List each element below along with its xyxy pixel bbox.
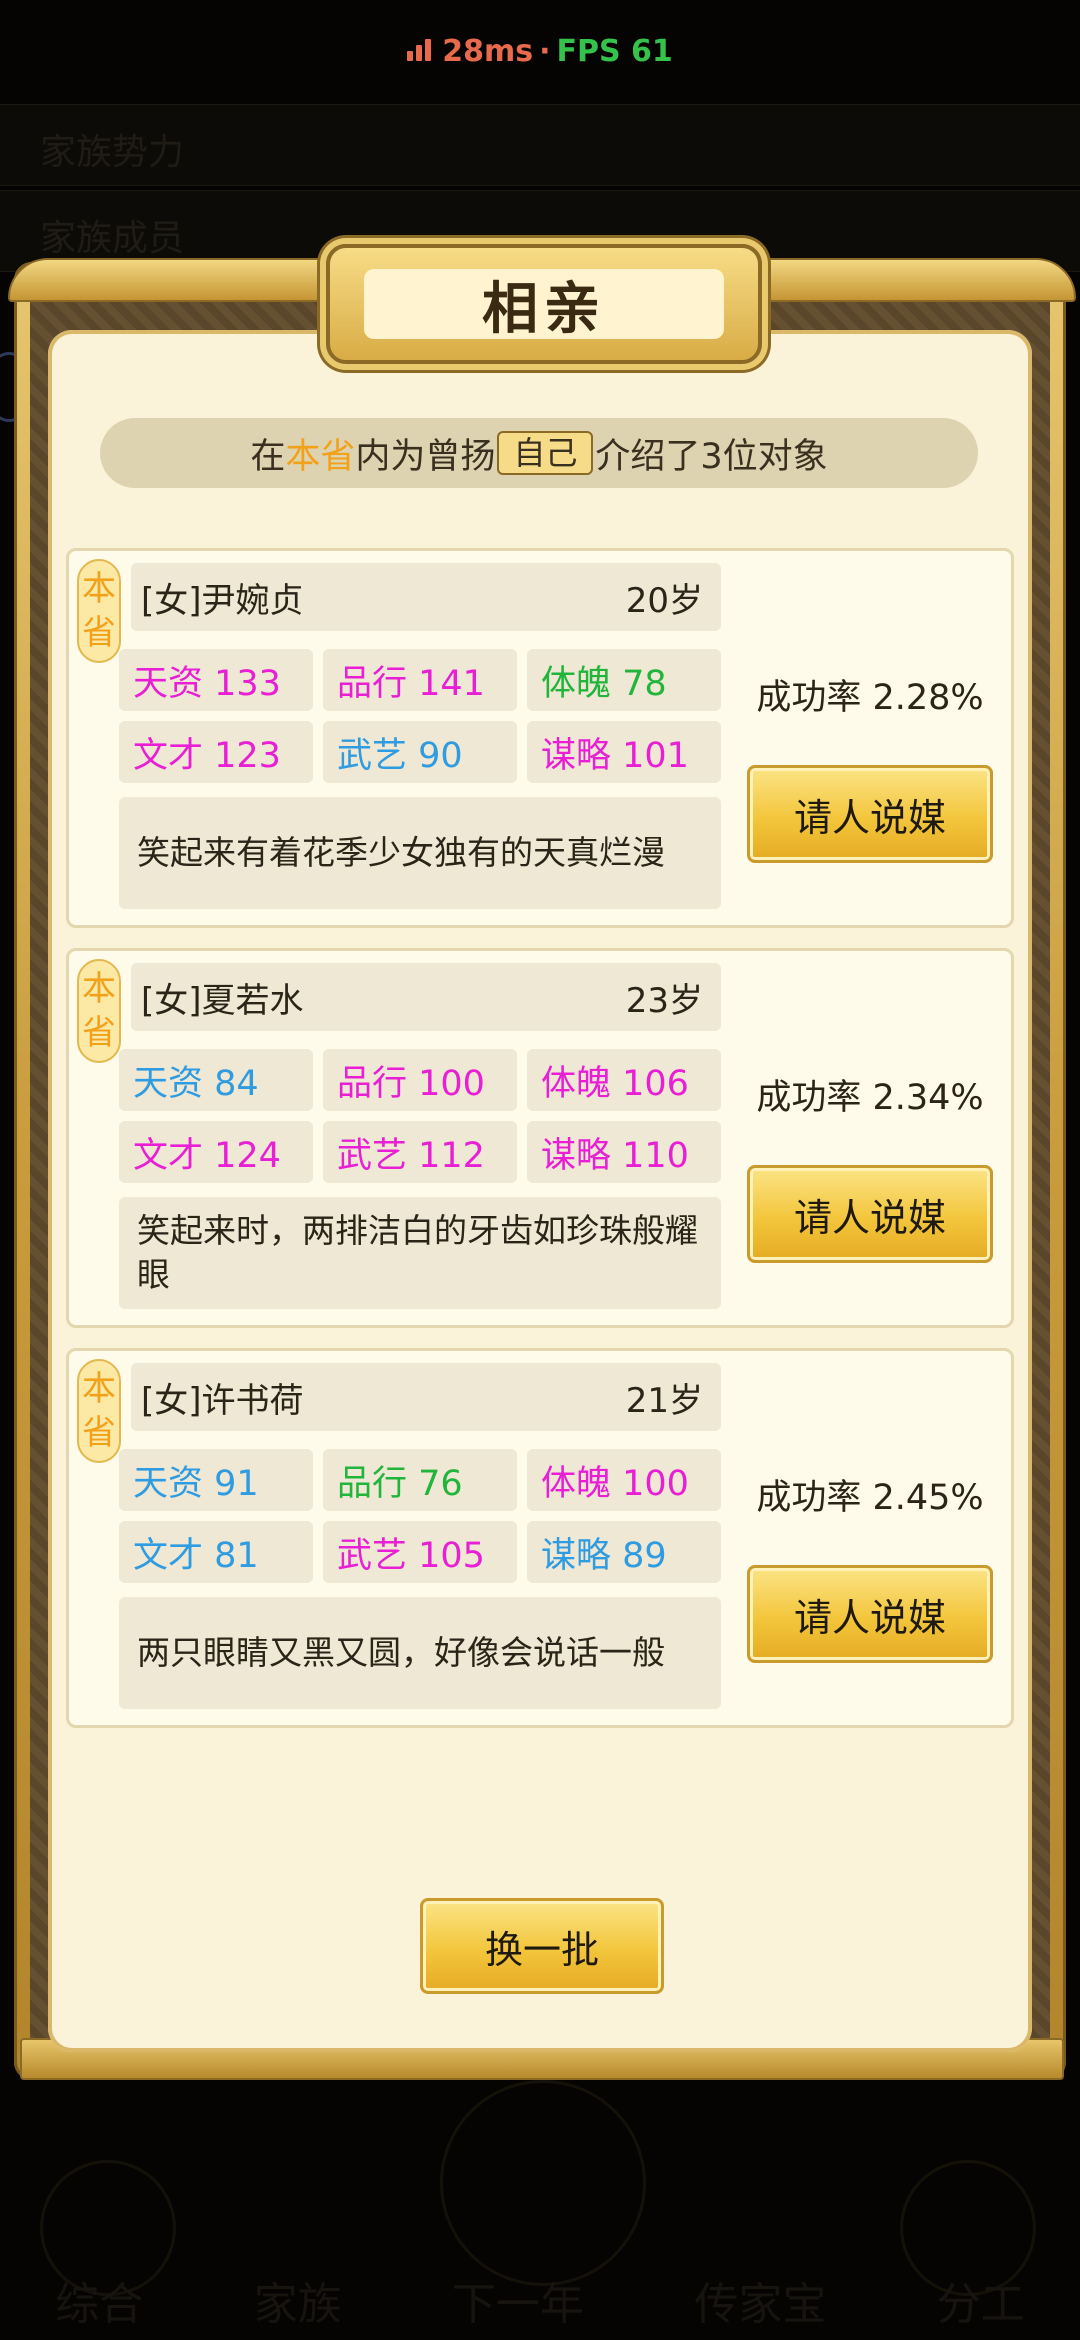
- candidate-name: [女]许书荷: [141, 1380, 304, 1421]
- candidate-age: 21岁: [625, 1380, 703, 1421]
- region-badge: 本省: [77, 559, 121, 663]
- nav-item-label: 下一年: [451, 2279, 584, 2330]
- perf-overlay: 28ms · FPS 61: [0, 34, 1080, 69]
- candidate-name: [女]夏若水: [141, 980, 304, 1021]
- nav-item-label: 传家宝: [694, 2279, 827, 2330]
- background-second-label: 家族成员: [40, 218, 185, 259]
- summary-middle: 内为曾扬: [355, 436, 496, 477]
- stat-martial: 武艺 112: [323, 1121, 517, 1183]
- refresh-batch-button[interactable]: 换一批: [420, 1898, 664, 1994]
- stat-strategy: 谋略 101: [527, 721, 721, 783]
- stat-physique: 体魄 78: [527, 649, 721, 711]
- stat-talent: 天资 133: [119, 649, 313, 711]
- success-rate: 成功率 2.34%: [756, 1078, 984, 1118]
- signal-icon: [407, 34, 434, 69]
- matchmaker-button[interactable]: 请人说媒: [747, 1165, 993, 1263]
- stat-martial: 武艺 90: [323, 721, 517, 783]
- stat-physique: 体魄 106: [527, 1049, 721, 1111]
- stat-morality: 品行 100: [323, 1049, 517, 1111]
- stat-literature: 文才 81: [119, 1521, 313, 1583]
- stat-talent: 天资 84: [119, 1049, 313, 1111]
- candidate-age: 20岁: [625, 580, 703, 621]
- overlay-separator: ·: [539, 34, 551, 69]
- nav-item-label: 综合: [55, 2279, 144, 2330]
- candidate-name-row: [女]夏若水 23岁: [131, 963, 721, 1031]
- ping-text: 28ms: [442, 34, 534, 69]
- region-badge: 本省: [77, 959, 121, 1063]
- summary-suffix: 介绍了3位对象: [595, 436, 828, 477]
- fps-text: FPS 61: [556, 34, 673, 69]
- candidate-description: 笑起来有着花季少女独有的天真烂漫: [119, 797, 721, 909]
- candidate-card: 本省 [女]许书荷 21岁 天资 91 品行 76 体魄 100 文才 81 武…: [66, 1348, 1014, 1728]
- success-rate: 成功率 2.45%: [756, 1478, 984, 1518]
- candidate-card: 本省 [女]夏若水 23岁 天资 84 品行 100 体魄 106 文才 124…: [66, 948, 1014, 1328]
- summary-self-tag: 自己: [497, 431, 594, 475]
- stat-physique: 体魄 100: [527, 1449, 721, 1511]
- matchmaking-summary: 在本省 内为曾扬 自己 介绍了3位对象: [100, 418, 978, 488]
- stat-morality: 品行 141: [323, 649, 517, 711]
- stat-morality: 品行 76: [323, 1449, 517, 1511]
- stat-literature: 文才 124: [119, 1121, 313, 1183]
- nav-item-label: 家族: [253, 2279, 342, 2330]
- candidate-name: [女]尹婉贞: [141, 580, 304, 621]
- region-badge: 本省: [77, 1359, 121, 1463]
- summary-scope: 本省: [285, 436, 356, 477]
- modal-title-plaque: 相亲: [326, 244, 762, 364]
- summary-prefix: 在: [250, 436, 286, 477]
- candidate-name-row: [女]许书荷 21岁: [131, 1363, 721, 1431]
- stat-martial: 武艺 105: [323, 1521, 517, 1583]
- stat-literature: 文才 123: [119, 721, 313, 783]
- background-top-label: 家族势力: [40, 132, 185, 173]
- candidate-age: 23岁: [625, 980, 703, 1021]
- nav-ring-icon: [440, 2080, 646, 2286]
- stat-talent: 天资 91: [119, 1449, 313, 1511]
- candidate-card: 本省 [女]尹婉贞 20岁 天资 133 品行 141 体魄 78 文才 123…: [66, 548, 1014, 928]
- candidate-description: 两只眼睛又黑又圆，好像会说话一般: [119, 1597, 721, 1709]
- background-bottom-nav: 综合 家族 下一年 传家宝 分工: [0, 2260, 1080, 2340]
- success-rate: 成功率 2.28%: [756, 678, 984, 718]
- candidate-name-row: [女]尹婉贞 20岁: [131, 563, 721, 631]
- matchmaker-button[interactable]: 请人说媒: [747, 1565, 993, 1663]
- nav-item-label: 分工: [936, 2279, 1025, 2330]
- background-top-bar: 家族势力: [0, 104, 1080, 186]
- stat-strategy: 谋略 89: [527, 1521, 721, 1583]
- matchmaker-button[interactable]: 请人说媒: [747, 765, 993, 863]
- candidate-description: 笑起来时，两排洁白的牙齿如珍珠般耀眼: [119, 1197, 721, 1309]
- stat-strategy: 谋略 110: [527, 1121, 721, 1183]
- modal-title: 相亲: [364, 269, 724, 342]
